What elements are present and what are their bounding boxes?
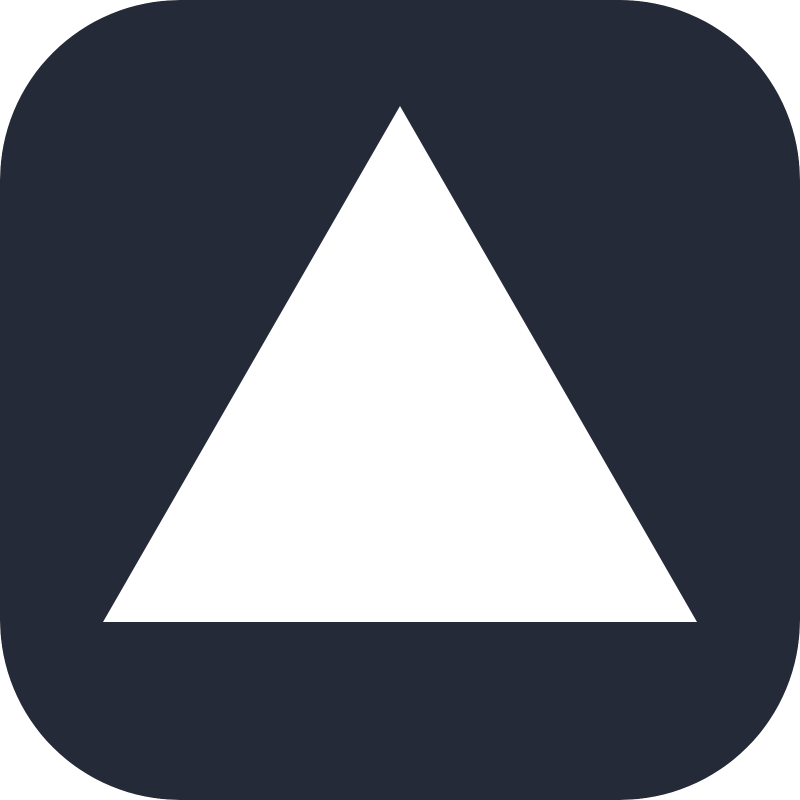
app-icon bbox=[0, 0, 800, 800]
app-icon-svg bbox=[0, 0, 800, 800]
